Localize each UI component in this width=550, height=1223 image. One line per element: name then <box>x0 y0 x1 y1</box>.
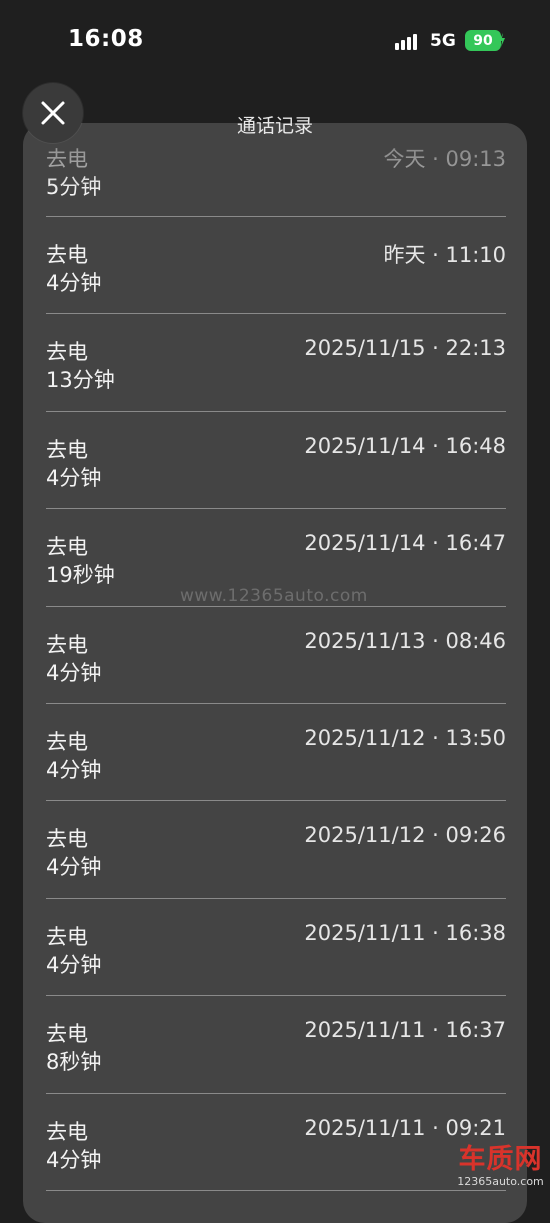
call-type: 去电 <box>46 437 88 462</box>
call-time: 昨天 · 11:10 <box>383 243 506 267</box>
call-row[interactable]: 去电 5分钟 今天 · 09:13 <box>46 143 506 217</box>
status-bar: 16:08 5G 90 <box>0 0 550 80</box>
call-row[interactable]: 去电 8秒钟 2025/11/11 · 16:37 <box>46 996 506 1094</box>
call-row[interactable]: 去电 4分钟 昨天 · 11:10 <box>46 217 506 315</box>
call-list[interactable]: 去电 5分钟 今天 · 09:13 去电 4分钟 昨天 · 11:10 去电 1… <box>46 143 506 1191</box>
call-duration: 4分钟 <box>46 855 102 880</box>
call-duration: 4分钟 <box>46 952 102 977</box>
call-type: 去电 <box>46 632 88 657</box>
charging-bolt-icon <box>499 33 505 47</box>
call-time: 2025/11/14 · 16:47 <box>304 531 506 556</box>
call-type: 去电 <box>46 535 88 560</box>
call-duration: 5分钟 <box>46 175 102 199</box>
call-type: 去电 <box>46 243 88 267</box>
call-row[interactable]: 去电 4分钟 2025/11/12 · 13:50 <box>46 704 506 802</box>
call-duration: 4分钟 <box>46 465 102 490</box>
call-duration: 19秒钟 <box>46 563 115 588</box>
site-logo: 车质网 12365auto.com <box>453 1144 548 1189</box>
call-type: 去电 <box>46 1119 88 1144</box>
call-log-sheet[interactable]: 去电 5分钟 今天 · 09:13 去电 4分钟 昨天 · 11:10 去电 1… <box>23 123 527 1223</box>
call-time: 2025/11/13 · 08:46 <box>304 628 506 653</box>
call-type: 去电 <box>46 340 88 365</box>
call-time: 2025/11/11 · 09:21 <box>304 1115 506 1140</box>
network-type: 5G <box>430 31 456 51</box>
call-time: 今天 · 09:13 <box>383 147 506 171</box>
battery-level: 90 <box>473 32 493 49</box>
call-row[interactable]: 去电 4分钟 2025/11/12 · 09:26 <box>46 801 506 899</box>
call-duration: 4分钟 <box>46 757 102 782</box>
call-row[interactable]: 去电 4分钟 2025/11/11 · 16:38 <box>46 899 506 997</box>
call-type: 去电 <box>46 729 88 754</box>
call-type: 去电 <box>46 147 88 171</box>
call-type: 去电 <box>46 924 88 949</box>
logo-main-text: 车质网 <box>458 1144 543 1175</box>
call-type: 去电 <box>46 827 88 852</box>
call-row[interactable]: 去电 4分钟 2025/11/14 · 16:48 <box>46 412 506 510</box>
call-time: 2025/11/11 · 16:37 <box>304 1018 506 1043</box>
call-time: 2025/11/12 · 09:26 <box>304 823 506 848</box>
status-time: 16:08 <box>68 26 144 52</box>
call-time: 2025/11/11 · 16:38 <box>304 920 506 945</box>
call-duration: 4分钟 <box>46 660 102 685</box>
call-type: 去电 <box>46 1022 88 1047</box>
close-icon <box>41 101 65 125</box>
call-row[interactable]: 去电 4分钟 2025/11/11 · 09:21 <box>46 1094 506 1191</box>
call-duration: 4分钟 <box>46 1147 102 1172</box>
call-time: 2025/11/14 · 16:48 <box>304 433 506 458</box>
close-button[interactable] <box>23 83 83 143</box>
call-duration: 8秒钟 <box>46 1050 102 1075</box>
battery-icon: 90 <box>465 30 501 51</box>
call-duration: 4分钟 <box>46 271 102 295</box>
call-time: 2025/11/12 · 13:50 <box>304 725 506 750</box>
call-duration: 13分钟 <box>46 368 115 393</box>
call-time: 2025/11/15 · 22:13 <box>304 336 506 361</box>
call-row[interactable]: 去电 13分钟 2025/11/15 · 22:13 <box>46 314 506 412</box>
watermark-text: www.12365auto.com <box>180 586 368 606</box>
logo-sub-text: 12365auto.com <box>457 1175 544 1188</box>
call-row[interactable]: 去电 4分钟 2025/11/13 · 08:46 <box>46 607 506 704</box>
signal-strength-icon <box>395 32 421 50</box>
